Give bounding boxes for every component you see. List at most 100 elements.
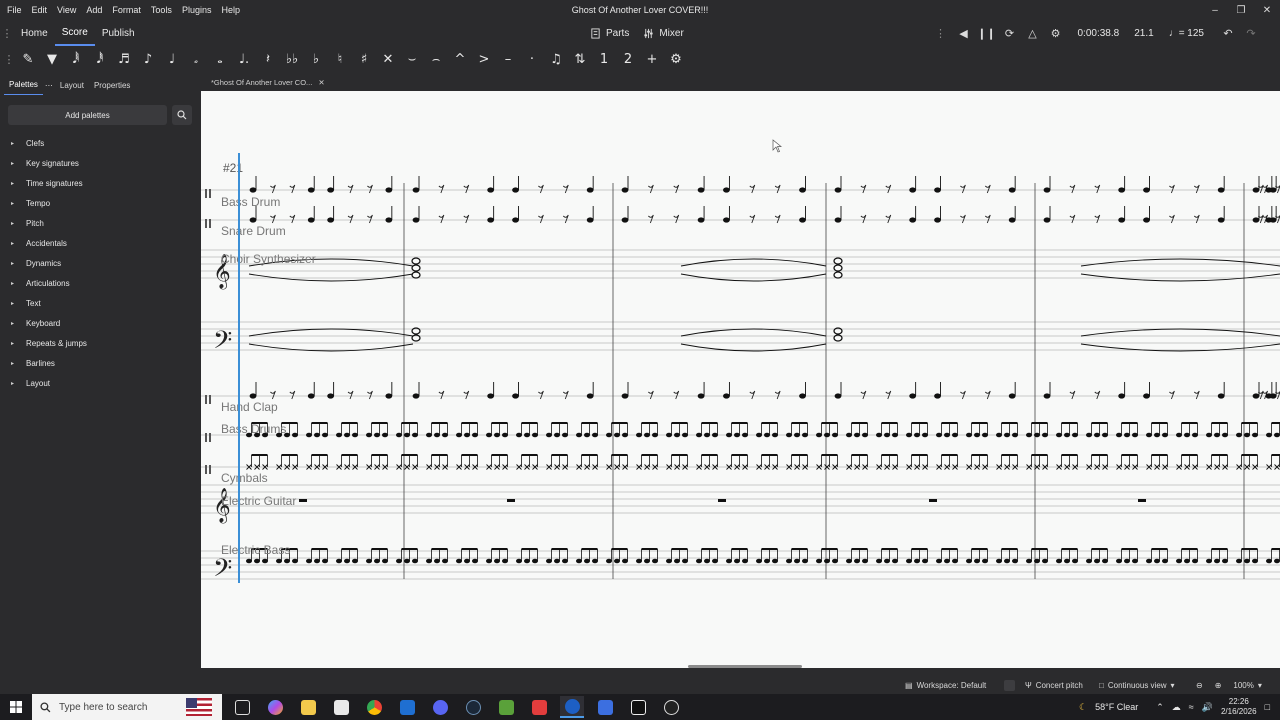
minimize-button[interactable]: – (1202, 0, 1228, 20)
palette-repeats-jumps[interactable]: ▸ Repeats & jumps (0, 333, 200, 353)
outlook-icon[interactable] (395, 696, 419, 718)
marcato-icon[interactable]: ^ (448, 47, 472, 71)
eighth-note-icon[interactable]: ♪ (136, 47, 160, 71)
choir-treble-staff[interactable] (201, 249, 1280, 279)
tab-publish[interactable]: Publish (95, 20, 142, 46)
customize-icon[interactable]: ⚙ (664, 47, 688, 71)
tie-icon[interactable]: ⌣ (400, 47, 424, 71)
menu-help[interactable]: Help (216, 5, 245, 15)
onedrive-icon[interactable]: ☁ (1172, 702, 1181, 713)
drag-handle-icon[interactable]: ⋮ (0, 21, 14, 45)
palette-search-button[interactable] (172, 105, 192, 125)
start-button[interactable] (0, 694, 32, 720)
16th-note-icon[interactable]: ♬ (112, 47, 136, 71)
accent-icon[interactable]: > (472, 47, 496, 71)
menu-add[interactable]: Add (81, 5, 107, 15)
parts-button[interactable]: Parts (590, 28, 629, 39)
drag-handle-icon[interactable]: ⋮ (934, 26, 948, 40)
minecraft-icon[interactable] (494, 696, 518, 718)
menu-format[interactable]: Format (107, 5, 146, 15)
menu-tools[interactable]: Tools (146, 5, 177, 15)
capcut-icon[interactable] (626, 696, 650, 718)
palette-tempo[interactable]: ▸ Tempo (0, 193, 200, 213)
rewind-icon[interactable]: ◀ (957, 26, 971, 40)
zoom-in-icon[interactable]: ⊕ (1215, 681, 1222, 690)
metronome-icon[interactable]: △ (1026, 26, 1040, 40)
half-note-icon[interactable]: 𝅗 (184, 47, 208, 71)
palette-articulations[interactable]: ▸ Articulations (0, 273, 200, 293)
task-view-icon[interactable] (230, 696, 254, 718)
store-icon[interactable] (329, 696, 353, 718)
tab-layout[interactable]: Layout (55, 75, 89, 95)
score-paper[interactable]: 𝄞 𝄢 𝄞 𝄢 #21 Bass Drum Snare Drum Choir Synthe… (201, 91, 1280, 668)
chevron-up-icon[interactable]: ⌃ (1156, 702, 1164, 713)
input-mode-icon[interactable]: ▼ (40, 47, 64, 71)
rest-icon[interactable]: 𝄽 (256, 47, 280, 71)
slur-icon[interactable]: ⌢ (424, 47, 448, 71)
playback-settings-icon[interactable]: ⚙ (1049, 26, 1063, 40)
cymbals-notes[interactable] (246, 454, 1280, 470)
panel-menu-icon[interactable]: ⋯ (43, 75, 55, 95)
menu-edit[interactable]: Edit (27, 5, 53, 15)
tab-home[interactable]: Home (14, 20, 55, 46)
tab-score[interactable]: Score (54, 20, 95, 46)
pencil-icon[interactable]: ✎ (16, 47, 40, 71)
steam-icon[interactable] (461, 696, 485, 718)
close-button[interactable]: ✕ (1254, 0, 1280, 20)
tab-properties[interactable]: Properties (89, 75, 135, 95)
add-palettes-button[interactable]: Add palettes (8, 105, 167, 125)
double-flat-icon[interactable]: ♭♭ (280, 47, 304, 71)
taskbar-search[interactable]: Type here to search (32, 694, 222, 720)
palette-text[interactable]: ▸ Text (0, 293, 200, 313)
zoom-out-icon[interactable]: ⊖ (1196, 681, 1203, 690)
double-sharp-icon[interactable]: ✕ (376, 47, 400, 71)
natural-icon[interactable]: ♮ (328, 47, 352, 71)
score-canvas[interactable]: 𝄞𝄢𝄞𝄢 #21 Bass DrumSnare DrumChoir Synthe… (201, 91, 1280, 668)
sharp-icon[interactable]: ♯ (352, 47, 376, 71)
palette-barlines[interactable]: ▸ Barlines (0, 353, 200, 373)
palette-key-signatures[interactable]: ▸ Key signatures (0, 153, 200, 173)
64th-note-icon[interactable]: 𝅘𝅥𝅲 (64, 47, 88, 71)
choir-bass-staff[interactable] (201, 321, 1280, 351)
staccato-icon[interactable]: · (520, 47, 544, 71)
horizontal-scrollbar[interactable] (688, 665, 802, 668)
palette-clefs[interactable]: ▸ Clefs (0, 133, 200, 153)
view-mode-dropdown[interactable]: □ Continuous view ▾ (1099, 675, 1175, 695)
play-icon[interactable]: ❙❙ (977, 26, 995, 40)
palette-dynamics[interactable]: ▸ Dynamics (0, 253, 200, 273)
tab-palettes[interactable]: Palettes (4, 75, 43, 95)
augmentation-dot-icon[interactable]: ♩. (232, 47, 256, 71)
menu-view[interactable]: View (52, 5, 81, 15)
tenuto-icon[interactable]: – (496, 47, 520, 71)
wifi-icon[interactable]: ≈ (1189, 702, 1194, 712)
palette-pitch[interactable]: ▸ Pitch (0, 213, 200, 233)
flat-icon[interactable]: ♭ (304, 47, 328, 71)
discord-icon[interactable] (428, 696, 452, 718)
musescore-icon[interactable] (560, 696, 584, 718)
copilot-icon[interactable] (263, 696, 287, 718)
palette-time-signatures[interactable]: ▸ Time signatures (0, 173, 200, 193)
redo-icon[interactable]: ↷ (1244, 26, 1258, 40)
obs-icon[interactable] (659, 696, 683, 718)
close-tab-icon[interactable]: ✕ (318, 78, 324, 87)
add-icon[interactable]: + (640, 47, 664, 71)
tuplet-icon[interactable]: ♫ (544, 47, 568, 71)
flip-direction-icon[interactable]: ⇅ (568, 47, 592, 71)
bass-staff[interactable] (201, 550, 1280, 580)
menu-file[interactable]: File (2, 5, 27, 15)
whole-note-icon[interactable]: 𝅝 (208, 47, 232, 71)
notifications-icon[interactable]: □ (1265, 702, 1270, 712)
32nd-note-icon[interactable]: 𝅘𝅥𝅱 (88, 47, 112, 71)
palette-layout[interactable]: ▸ Layout (0, 373, 200, 393)
guitar-staff[interactable] (201, 484, 1280, 514)
zoom-level[interactable]: 100% (1233, 681, 1253, 690)
roblox-studio-icon[interactable] (527, 696, 551, 718)
drag-handle-icon[interactable]: ⋮ (2, 47, 16, 71)
voice-1-icon[interactable]: 1 (592, 47, 616, 71)
weather-text[interactable]: 58°F Clear (1095, 702, 1138, 712)
clock[interactable]: 22:26 2/16/2026 (1221, 697, 1257, 717)
muse-hub-icon[interactable] (593, 696, 617, 718)
loop-icon[interactable]: ⟳ (1003, 26, 1017, 40)
undo-icon[interactable]: ↶ (1221, 26, 1235, 40)
restore-button[interactable]: ❐ (1228, 0, 1254, 20)
